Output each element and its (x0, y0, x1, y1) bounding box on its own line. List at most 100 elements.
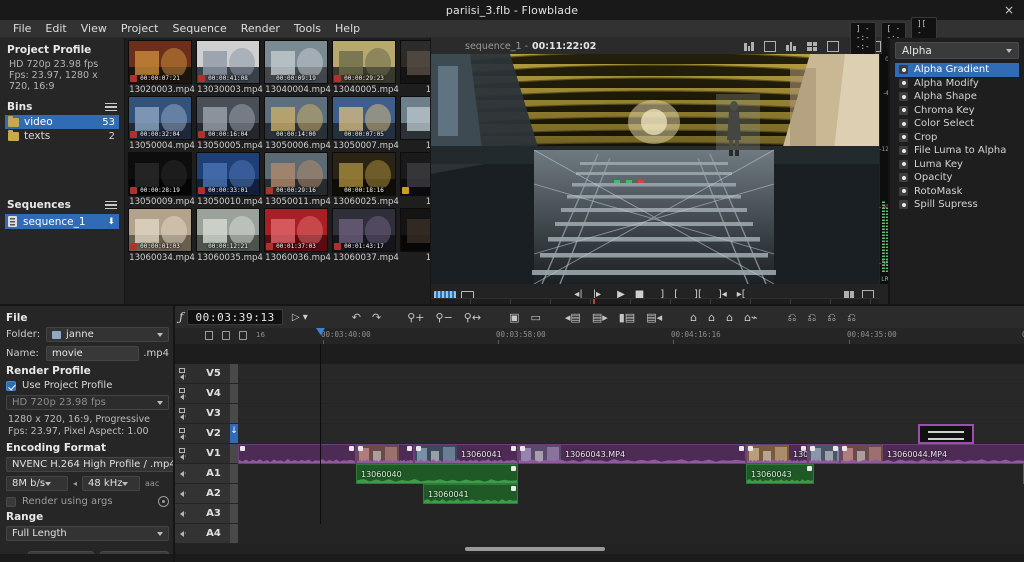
menu-item-project[interactable]: Project (114, 21, 166, 36)
track-active-toggle-a1[interactable] (230, 464, 238, 484)
track-row-v5[interactable] (238, 364, 1024, 384)
clip-handle-right[interactable] (511, 466, 516, 471)
clip-handle-right[interactable] (511, 486, 516, 491)
lock-icon[interactable] (239, 331, 247, 340)
timeline-ruler[interactable]: 16 00:03:40:0000:03:58:0000:04:16:1600:0… (175, 328, 1024, 344)
media-thumbnail[interactable]: 130 (400, 96, 430, 151)
track-active-toggle-v1[interactable] (230, 444, 238, 464)
speaker-icon[interactable] (180, 374, 184, 380)
track-header-v2[interactable]: V2 (175, 424, 238, 444)
track-row-a4[interactable] (238, 524, 1024, 544)
media-thumbnail[interactable]: 00:00:12:2113060035.mp4 (196, 208, 264, 263)
sequence-row[interactable]: sequence_1⬇ (5, 214, 119, 229)
timeline-clip[interactable] (918, 424, 974, 444)
clip-handle-right[interactable] (511, 446, 516, 451)
speaker-icon[interactable] (180, 454, 184, 460)
timeline-horizontal-scrollbar[interactable] (175, 544, 1024, 554)
menu-item-help[interactable]: Help (328, 21, 367, 36)
resync-icon[interactable]: ⌂ (690, 312, 697, 323)
clip-handle-left[interactable] (842, 446, 847, 451)
timeline-playhead[interactable] (320, 344, 321, 524)
clip-handle-right[interactable] (407, 446, 412, 451)
timeline-clip[interactable] (356, 444, 414, 464)
render-profile-select[interactable]: HD 720p 23.98 fps (6, 395, 169, 410)
track-header-a2[interactable]: A2 (175, 484, 238, 504)
filter-item[interactable]: Spill Supress (895, 198, 1019, 212)
splice-out-icon[interactable]: ◂▤ (565, 312, 581, 323)
menu-item-tools[interactable]: Tools (287, 21, 328, 36)
track-header-v5[interactable]: V5 (175, 364, 238, 384)
trim-icon[interactable] (205, 331, 213, 340)
compositor-top-down-icon[interactable]: ⎌ (827, 312, 836, 323)
media-thumbnail[interactable]: 00:00:16:0413050005.mp4 (196, 96, 264, 151)
clip-handle-right[interactable] (833, 446, 838, 451)
name-input[interactable]: movie (46, 346, 139, 361)
safe-area-icon[interactable] (827, 41, 839, 52)
track-header-a1[interactable]: A1 (175, 464, 238, 484)
clip-handle-left[interactable] (520, 446, 525, 451)
track-active-toggle-a4[interactable] (230, 524, 238, 544)
filter-item[interactable]: Crop (895, 131, 1019, 145)
encoding-format-select[interactable]: NVENC H.264 High Profile / .mp4 (6, 457, 188, 472)
sequence-menu-icon[interactable]: ⬇ (107, 217, 115, 227)
timeline-clip[interactable]: 13060043 (746, 464, 814, 484)
bins-menu-icon[interactable] (105, 103, 117, 112)
track-active-toggle-v4[interactable] (230, 384, 238, 404)
clip-marker-icon[interactable]: ▭ (530, 312, 540, 323)
split-audio-icon[interactable]: ⌂ (708, 312, 715, 323)
media-thumbnail[interactable]: 00:01:37:0313060036.mp4 (264, 208, 332, 263)
track-header-a3[interactable]: A3 (175, 504, 238, 524)
edit-tool-select[interactable]: ▷ ▾ (292, 312, 308, 323)
track-row-a1[interactable]: 130600401306004313060044 (238, 464, 1024, 484)
compositor-auto-icon[interactable]: ⎌ (788, 312, 797, 323)
use-project-profile-checkbox[interactable] (6, 381, 16, 391)
filter-item[interactable]: Opacity (895, 171, 1019, 185)
track-row-v3[interactable] (238, 404, 1024, 424)
media-thumbnail[interactable]: 00:00:18:1613060025.mp4 (332, 152, 400, 207)
media-thumbnail[interactable]: 00:00:41:0813030003.mp4 (196, 40, 264, 95)
grid-overlay-icon[interactable] (806, 41, 818, 52)
clip-handle-right[interactable] (807, 466, 812, 471)
clip-handle-left[interactable] (810, 446, 815, 451)
speaker-icon[interactable] (180, 511, 184, 517)
track-header-v1[interactable]: V1 (175, 444, 238, 464)
scrollbar-thumb[interactable] (465, 547, 605, 551)
render-using-args-checkbox[interactable] (6, 497, 16, 507)
speaker-icon[interactable] (180, 531, 184, 537)
timeline-clip[interactable]: 13060043.MP4 (518, 444, 746, 464)
clip-handle-left[interactable] (748, 446, 753, 451)
filter-item[interactable]: Color Select (895, 117, 1019, 131)
timeline-clip[interactable] (238, 444, 356, 464)
lift-icon[interactable]: ▤▸ (592, 312, 608, 323)
clip-handle-right[interactable] (349, 446, 354, 451)
redo-icon[interactable]: ↷ (372, 312, 381, 323)
track-row-a2[interactable]: 13060041 (238, 484, 1024, 504)
media-thumbnail[interactable]: 00:00:07:2113020003.mp4 (128, 40, 196, 95)
filter-group-select[interactable]: Alpha (895, 42, 1019, 59)
speaker-icon[interactable] (180, 491, 184, 497)
media-thumbnail[interactable]: 00:00:29:2313040005.mp4 (332, 40, 400, 95)
track-header-v4[interactable]: V4 (175, 384, 238, 404)
snapshot-icon[interactable] (785, 41, 797, 52)
media-thumbnail[interactable]: 00:00:09:1913040004.mp4 (264, 40, 332, 95)
filter-item[interactable]: Alpha Gradient (895, 63, 1019, 77)
filter-item[interactable]: RotoMask (895, 185, 1019, 199)
media-thumbnail[interactable]: 00:00:28:1913050009.mp4 (128, 152, 196, 207)
insert-icon[interactable]: ▤◂ (646, 312, 662, 323)
filter-item[interactable]: File Luma to Alpha (895, 144, 1019, 158)
track-row-v4[interactable] (238, 384, 1024, 404)
timeline-clip[interactable]: 13060041 (423, 484, 518, 504)
track-header-v3[interactable]: V3 (175, 404, 238, 424)
zoom-in-icon[interactable]: ⚲+ (407, 312, 424, 323)
bin-row[interactable]: texts2 (5, 129, 119, 143)
timeline-clip[interactable]: 130 (746, 444, 808, 464)
media-thumbnail[interactable]: 00:00:29:1613050011.mp4 (264, 152, 332, 207)
media-thumbnail[interactable]: 00:00:14:0013050006.mp4 (264, 96, 332, 151)
zoom-fit-icon[interactable]: ⚲↔ (464, 312, 481, 323)
filters-icon[interactable]: ƒ (179, 310, 183, 324)
snap-icon[interactable] (222, 331, 230, 340)
media-thumbnail[interactable]: 130 (400, 40, 430, 95)
media-thumbnail[interactable]: 00:00:07:0513050007.mp4 (332, 96, 400, 151)
compositor-standard-icon[interactable]: ⎌ (807, 312, 816, 323)
menu-item-sequence[interactable]: Sequence (165, 21, 233, 36)
